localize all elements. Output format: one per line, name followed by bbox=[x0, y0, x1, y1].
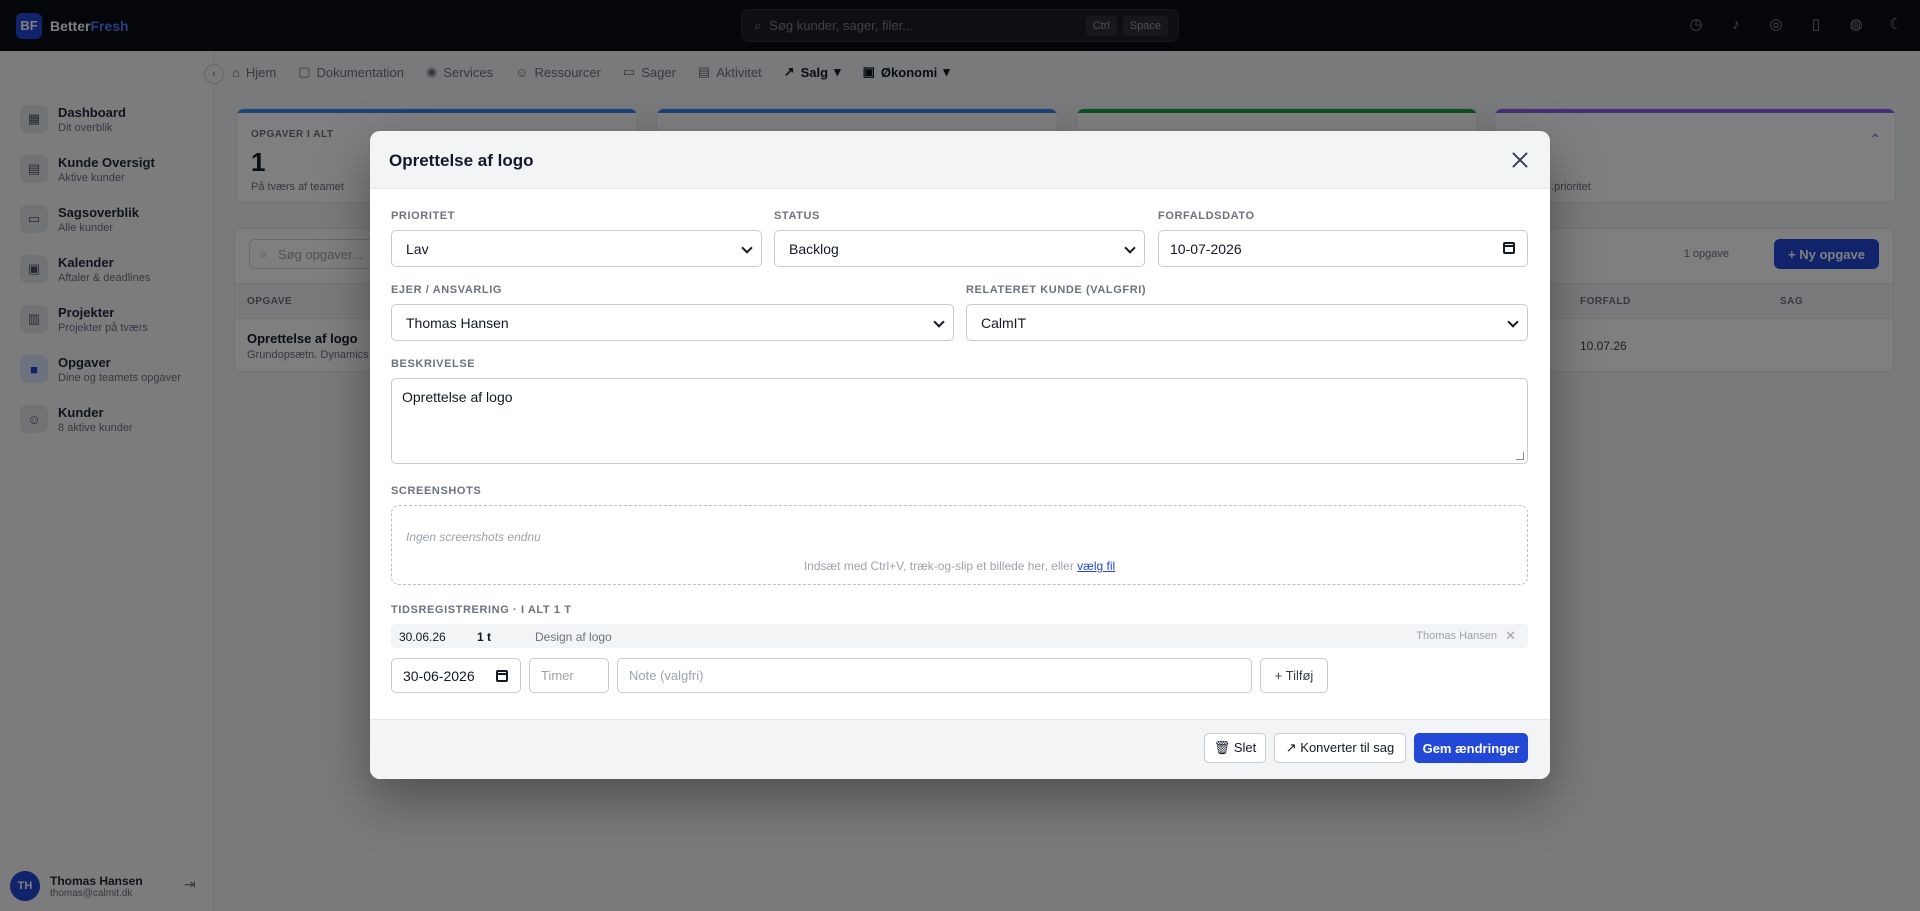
owner-select[interactable]: Thomas Hansen bbox=[391, 304, 954, 341]
status-label: STATUS bbox=[774, 210, 820, 222]
modal-title: Oprettelse af logo bbox=[389, 151, 534, 170]
calendar-icon[interactable] bbox=[496, 670, 508, 682]
delete-entry-icon[interactable]: ✕ bbox=[1505, 628, 1516, 644]
screenshots-empty: Ingen screenshots endnu bbox=[406, 530, 541, 544]
description-label: BESKRIVELSE bbox=[391, 358, 476, 370]
hours-input[interactable]: Timer bbox=[529, 658, 609, 693]
modal-header: Oprettelse af logo bbox=[370, 131, 1550, 189]
time-entry-row: 30.06.26 1 t Design af logo Thomas Hanse… bbox=[391, 624, 1528, 648]
choose-file-link[interactable]: vælg fil bbox=[1077, 559, 1115, 573]
close-icon[interactable] bbox=[1508, 148, 1532, 172]
status-select[interactable]: Backlog bbox=[774, 230, 1145, 267]
edit-task-modal: Oprettelse af logo PRIORITET Lav STATUS … bbox=[370, 131, 1550, 779]
chevron-down-icon bbox=[933, 316, 945, 328]
owner-label: EJER / ANSVARLIG bbox=[391, 284, 503, 296]
chevron-down-icon bbox=[741, 242, 753, 254]
calendar-icon[interactable] bbox=[1503, 242, 1515, 254]
priority-label: PRIORITET bbox=[391, 210, 456, 222]
customer-label: RELATERET KUNDE (VALGFRI) bbox=[966, 284, 1147, 296]
time-registration-label: TIDSREGISTRERING · I ALT 1 T bbox=[391, 604, 572, 616]
screenshots-label: SCREENSHOTS bbox=[391, 485, 482, 497]
description-textarea[interactable]: Oprettelse af logo bbox=[391, 378, 1528, 464]
resize-handle[interactable] bbox=[1516, 452, 1524, 460]
due-date-input[interactable]: 10-07-2026 bbox=[1158, 230, 1528, 267]
dropzone-hint: Indsæt med Ctrl+V, træk-og-slip et bille… bbox=[803, 559, 1116, 573]
note-input[interactable]: Note (valgfri) bbox=[617, 658, 1252, 693]
priority-select[interactable]: Lav bbox=[391, 230, 762, 267]
add-time-button[interactable]: + Tilføj bbox=[1260, 658, 1328, 693]
due-date-label: FORFALDSDATO bbox=[1158, 210, 1255, 222]
chevron-down-icon bbox=[1124, 242, 1136, 254]
customer-select[interactable]: CalmIT bbox=[966, 304, 1528, 341]
screenshot-dropzone[interactable]: Ingen screenshots endnu Indsæt med Ctrl+… bbox=[391, 505, 1528, 585]
delete-button[interactable]: 🗑 Slet bbox=[1204, 733, 1266, 763]
chevron-down-icon bbox=[1507, 316, 1519, 328]
convert-to-case-button[interactable]: ↗ Konverter til sag bbox=[1274, 733, 1406, 763]
time-date-input[interactable]: 30-06-2026 bbox=[391, 658, 521, 693]
save-changes-button[interactable]: Gem ændringer bbox=[1414, 733, 1528, 763]
modal-footer: 🗑 Slet ↗ Konverter til sag Gem ændringer bbox=[370, 719, 1550, 779]
